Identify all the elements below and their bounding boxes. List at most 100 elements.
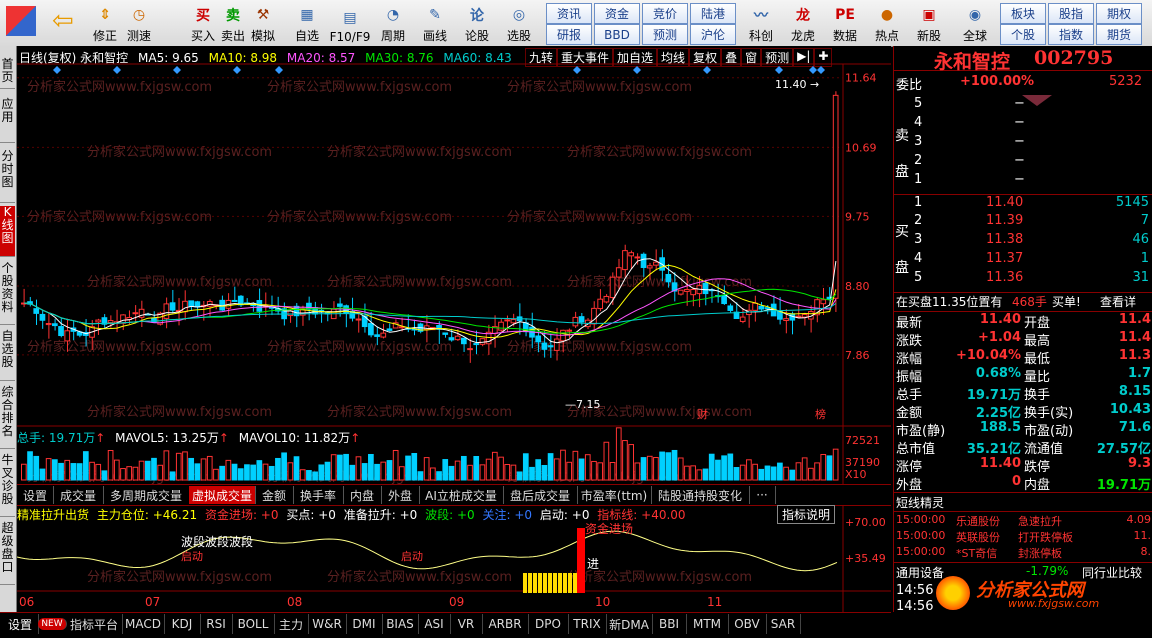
nav-superboard[interactable]: 超级盘口 <box>0 522 15 585</box>
grid-btn-news[interactable]: 资讯 <box>546 3 592 24</box>
grid-btn-bbd[interactable]: BBD <box>594 24 640 45</box>
nav-apps[interactable]: 应用 <box>0 98 15 143</box>
indicator-tab[interactable]: 设置 <box>2 614 39 634</box>
hot-button[interactable]: ● 热点 <box>868 2 906 44</box>
grid-btn-index[interactable]: 指数 <box>1048 24 1094 45</box>
grid-btn-options[interactable]: 期权 <box>1096 3 1142 24</box>
kline-chart-area[interactable]: 分析家公式网www.fxjgsw.com 分析家公式网www.fxjgsw.com… <box>17 46 891 612</box>
indicator-tab[interactable]: BOLL <box>232 614 275 634</box>
draw-button[interactable]: ✎ 画线 <box>418 2 452 44</box>
volume-tab[interactable]: 外盘 <box>381 486 420 504</box>
stat-label: 跌停 <box>1024 460 1051 475</box>
indicator-tab[interactable]: KDJ <box>164 614 201 634</box>
volume-tab[interactable]: 金额 <box>255 486 294 504</box>
buy-level[interactable]: 5 11.36 31 <box>894 270 1152 288</box>
level-index: 4 <box>914 251 923 266</box>
volume-tab[interactable]: 陆股通持股变化 <box>651 486 750 504</box>
queue-tag[interactable]: 买单! <box>1052 293 1081 310</box>
nav-watchlist[interactable]: 自选股 <box>0 330 15 381</box>
indicator-tab[interactable]: SAR <box>766 614 801 634</box>
nav-diagnosis[interactable]: 牛叉诊股 <box>0 454 15 517</box>
elf-stock: 乐通股份 <box>956 515 1000 528</box>
buy-button[interactable]: 买买入 <box>188 2 218 44</box>
grid-btn-stock[interactable]: 个股 <box>1000 24 1046 45</box>
data-button[interactable]: PE 数据 <box>826 2 864 44</box>
sell-button[interactable]: 卖卖出 <box>218 2 248 44</box>
sell-level[interactable]: 3− <box>894 134 1152 152</box>
nav-profile[interactable]: 个股资料 <box>0 262 15 325</box>
indicator-tab[interactable]: ARBR <box>482 614 529 634</box>
sell-level[interactable]: 2− <box>894 153 1152 171</box>
indicator-tab[interactable]: BIAS <box>382 614 419 634</box>
queue-more-link[interactable]: 查看详 <box>1100 293 1136 310</box>
menu-grid-icon[interactable] <box>6 6 36 36</box>
indicator-tab[interactable]: OBV <box>728 614 767 634</box>
grid-btn-london[interactable]: 沪伦 <box>690 24 736 45</box>
grid-btn-index-fut[interactable]: 股指 <box>1048 3 1094 24</box>
simulate-button[interactable]: ⚒ 模拟 <box>248 2 278 44</box>
indicator-tab[interactable]: TRIX <box>568 614 607 634</box>
volume-tab[interactable]: AI立桩成交量 <box>419 486 504 504</box>
global-button[interactable]: ◉ 全球 <box>955 2 995 44</box>
volume-tab[interactable]: 换手率 <box>293 486 344 504</box>
indicator-tab[interactable]: W&R <box>308 614 347 634</box>
volume-tab[interactable]: 盘后成交量 <box>503 486 578 504</box>
nav-ranking[interactable]: 综合排名 <box>0 386 15 449</box>
indicator-tab[interactable]: DPO <box>528 614 569 634</box>
indicator-tab[interactable]: MTM <box>686 614 729 634</box>
indicator-tab[interactable]: 主力 <box>274 614 309 634</box>
buy-level[interactable]: 1 11.40 5145 <box>894 194 1152 213</box>
nav-timeshare[interactable]: 分时图 <box>0 150 15 203</box>
grid-btn-fund[interactable]: 资金 <box>594 3 640 24</box>
indicator-tab[interactable]: 新DMA <box>606 614 653 634</box>
fix-button[interactable]: ⇕ 修正 <box>88 2 122 44</box>
f10-button[interactable]: ▤ F10/F9 <box>328 2 372 44</box>
sell-level[interactable]: 4− <box>894 115 1152 133</box>
short-elf-item[interactable]: 15:00:00 *ST奇信 封涨停板 8. <box>894 545 1152 563</box>
grid-btn-sector[interactable]: 板块 <box>1000 3 1046 24</box>
nav-kline[interactable]: K线图 <box>0 206 15 257</box>
buy-level[interactable]: 4 11.37 1 <box>894 251 1152 269</box>
grid-btn-auction[interactable]: 竞价 <box>642 3 688 24</box>
volume-tab[interactable]: ··· <box>749 486 776 504</box>
period-button[interactable]: ◔ 周期 <box>376 2 410 44</box>
level-price: 11.40 <box>986 195 1024 210</box>
buy-level[interactable]: 3 11.38 46 <box>894 232 1152 250</box>
speedtest-button[interactable]: ◷ 测速 <box>122 2 156 44</box>
indicator-header: 精准拉升出货 主力仓位: +46.21 资金进场: +0 买点: +0 准备拉升… <box>17 506 686 523</box>
indicator-tab[interactable]: BBI <box>652 614 687 634</box>
indicator-tick: +35.49 <box>845 552 886 565</box>
grid-btn-forecast[interactable]: 预测 <box>642 24 688 45</box>
watchlist-button[interactable]: ▦ 自选 <box>290 2 324 44</box>
back-arrow-icon[interactable]: ⇦ <box>52 8 78 34</box>
indicator-tab[interactable]: 指标平台 <box>66 614 123 634</box>
indicator-tab[interactable]: VR <box>450 614 483 634</box>
indicator-tab[interactable]: ASI <box>418 614 451 634</box>
discuss-button[interactable]: 论论股 <box>460 2 494 44</box>
ipo-button[interactable]: ▣ 新股 <box>910 2 948 44</box>
screener-button[interactable]: ◎ 选股 <box>502 2 536 44</box>
stat-label: 量比 <box>1024 370 1051 385</box>
sell-level[interactable]: 1− <box>894 172 1152 190</box>
level-volume: 46 <box>1132 232 1149 247</box>
indicator-help-button[interactable]: 指标说明 <box>777 505 836 524</box>
dragon-button[interactable]: 龙龙虎 <box>784 2 822 44</box>
indicator-tab[interactable]: MACD <box>122 614 165 634</box>
indicator-tab[interactable]: NEW <box>38 618 67 630</box>
volume-tab[interactable]: 市盈率(ttm) <box>577 486 652 504</box>
star-market-button[interactable]: 〰科创 <box>742 2 780 44</box>
sell-level[interactable]: 5− <box>894 96 1152 114</box>
volume-tab[interactable]: 设置 <box>17 486 54 504</box>
grid-btn-report[interactable]: 研报 <box>546 24 592 45</box>
indicator-tab[interactable]: DMI <box>346 614 383 634</box>
buy-level[interactable]: 2 11.39 7 <box>894 213 1152 231</box>
nav-home[interactable]: 首页 <box>0 58 15 89</box>
volume-tab[interactable]: 内盘 <box>343 486 382 504</box>
candle-body <box>646 265 653 269</box>
volume-tab[interactable]: 多周期成交量 <box>103 486 190 504</box>
grid-btn-hk[interactable]: 陆港 <box>690 3 736 24</box>
grid-btn-futures[interactable]: 期货 <box>1096 24 1142 45</box>
volume-tab[interactable]: 成交量 <box>53 486 104 504</box>
volume-tab[interactable]: 虚拟成交量 <box>189 486 256 504</box>
indicator-tab[interactable]: RSI <box>200 614 233 634</box>
